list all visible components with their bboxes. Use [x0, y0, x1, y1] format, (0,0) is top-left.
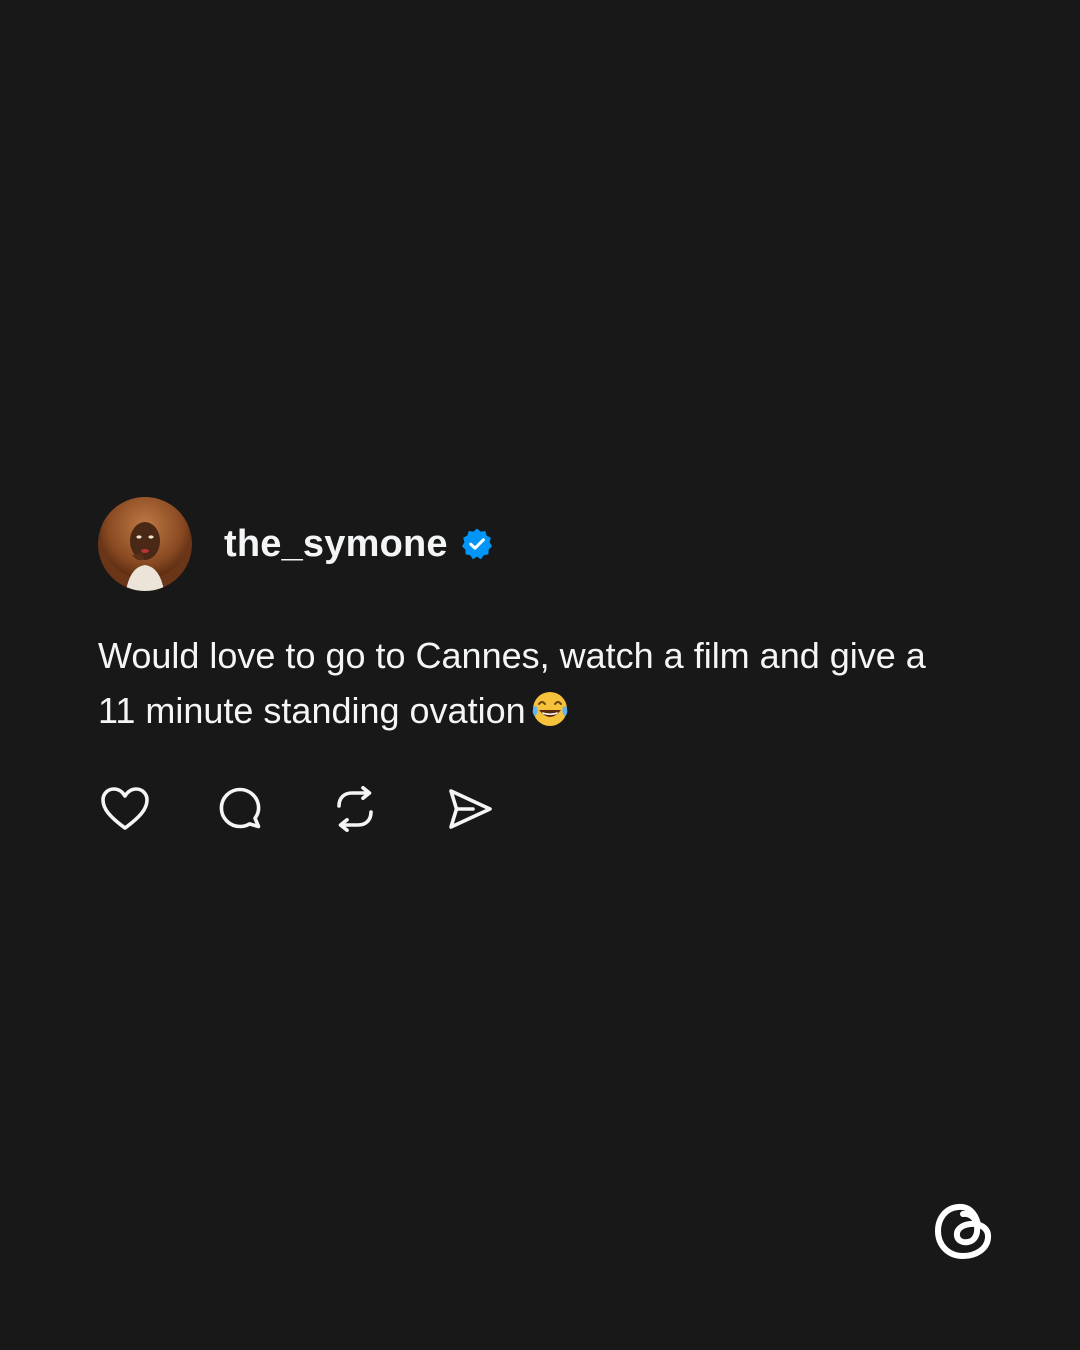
username[interactable]: the_symone: [224, 523, 448, 566]
share-icon[interactable]: [443, 782, 497, 836]
post-text-content: Would love to go to Cannes, watch a film…: [98, 635, 926, 731]
comment-icon[interactable]: [213, 782, 267, 836]
post-header: the_symone: [98, 496, 978, 592]
repost-icon[interactable]: [328, 782, 382, 836]
verified-badge-icon: [460, 527, 494, 561]
heart-icon[interactable]: [98, 782, 152, 836]
threads-post: the_symone Would love to go to Cannes, w…: [98, 496, 978, 836]
post-actions: [98, 782, 978, 836]
threads-logo-icon: [930, 1194, 998, 1266]
post-text: Would love to go to Cannes, watch a film…: [98, 628, 958, 738]
tears-of-joy-emoji-icon: [530, 689, 570, 729]
avatar[interactable]: [98, 497, 192, 591]
